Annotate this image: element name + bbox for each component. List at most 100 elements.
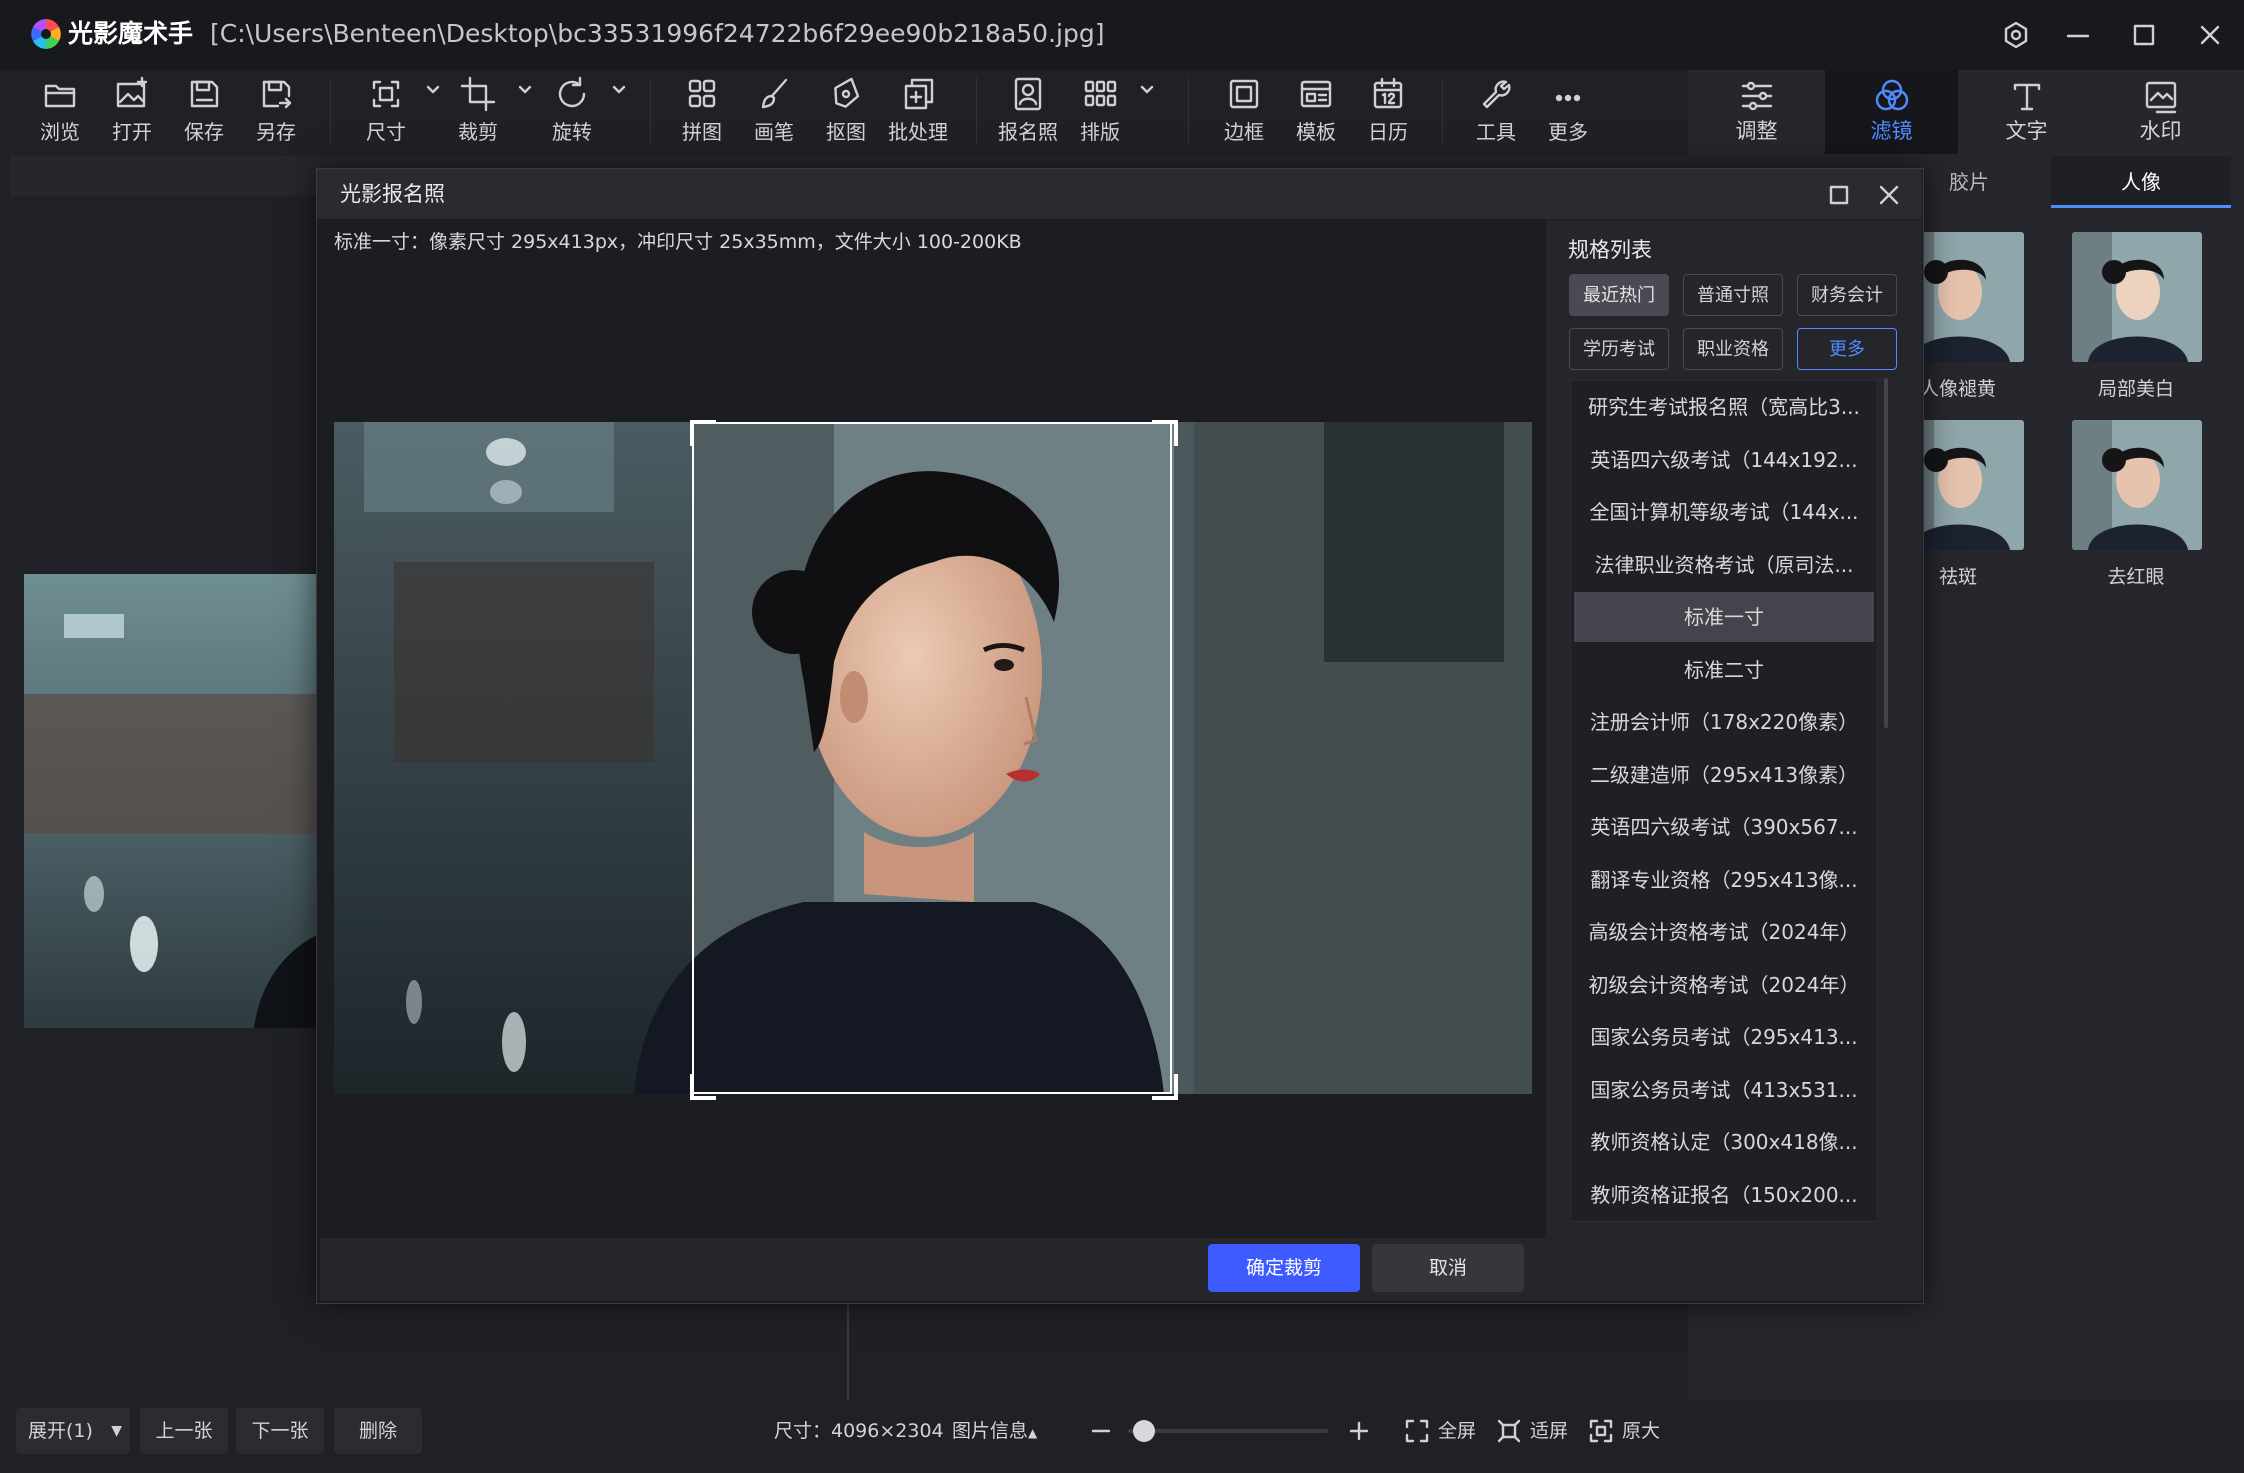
more-label: 更多 <box>1548 120 1588 144</box>
spec-item[interactable]: 翻译专业资格（295x413像... <box>1574 855 1874 905</box>
zoom-slider-thumb[interactable] <box>1133 1420 1155 1442</box>
cancel-button[interactable]: 取消 <box>1372 1244 1524 1292</box>
tab-text-label: 文字 <box>2005 119 2048 143</box>
spec-item[interactable]: 研究生考试报名照（宽高比3... <box>1574 382 1874 432</box>
batch-button[interactable]: 批处理 <box>882 72 954 152</box>
spec-item[interactable]: 英语四六级考试（144x192... <box>1574 435 1874 485</box>
folder-icon <box>40 74 80 114</box>
save-as-button[interactable]: 另存 <box>240 72 312 152</box>
filter-thumbnail-label: 去红眼 <box>2107 566 2165 588</box>
size-button[interactable]: 尺寸 <box>350 72 422 152</box>
confirm-crop-button[interactable]: 确定裁剪 <box>1208 1244 1360 1292</box>
tools-label: 工具 <box>1476 120 1516 144</box>
settings-hexagon-icon[interactable] <box>1994 14 2038 56</box>
chip-profession[interactable]: 职业资格 <box>1683 328 1783 370</box>
template-icon <box>1296 74 1336 114</box>
tab-text[interactable]: 文字 <box>1960 70 2093 154</box>
filter-subtabs: 胶片 人像 <box>1905 156 2244 208</box>
maximize-icon[interactable] <box>2122 14 2166 56</box>
spec-item[interactable]: 高级会计资格考试（2024年） <box>1574 907 1874 957</box>
spec-item-selected[interactable]: 标准一寸 <box>1574 592 1874 642</box>
close-icon[interactable] <box>2188 14 2232 56</box>
spec-item[interactable]: 初级会计资格考试（2024年） <box>1574 960 1874 1010</box>
zoom-out-icon[interactable] <box>1088 1418 1114 1444</box>
spec-item[interactable]: 教师资格认定（300x418像... <box>1574 1117 1874 1167</box>
spec-list-scrollbar[interactable] <box>1884 378 1888 728</box>
tools-button[interactable]: 工具 <box>1460 72 1532 152</box>
layout-dropdown-chevron-down-icon[interactable] <box>1138 80 1156 98</box>
original-size-icon[interactable] <box>1588 1418 1614 1444</box>
crop-handle-top-left[interactable] <box>690 420 716 446</box>
chip-standard[interactable]: 普通寸照 <box>1683 274 1783 316</box>
spec-item[interactable]: 全国计算机等级考试（144x... <box>1574 487 1874 537</box>
spec-item[interactable]: 标准二寸 <box>1574 645 1874 695</box>
open-button[interactable]: 打开 <box>96 72 168 152</box>
prev-button[interactable]: 上一张 <box>140 1408 228 1454</box>
spec-item[interactable]: 法律职业资格考试（原司法... <box>1574 540 1874 590</box>
spec-item[interactable]: 注册会计师（178x220像素） <box>1574 697 1874 747</box>
spec-item[interactable]: 二级建造师（295x413像素） <box>1574 750 1874 800</box>
resize-icon <box>366 74 406 114</box>
frame-button[interactable]: 边框 <box>1208 72 1280 152</box>
tab-filter[interactable]: 滤镜 <box>1825 70 1958 154</box>
toolbar-divider <box>1442 78 1443 144</box>
expand-dropdown[interactable]: 展开(1) ▼ <box>16 1408 130 1454</box>
fit-screen-icon[interactable] <box>1496 1418 1522 1444</box>
brush-icon <box>754 74 794 114</box>
dialog-close-icon[interactable] <box>1874 180 1904 210</box>
chip-popular[interactable]: 最近热门 <box>1569 274 1669 316</box>
layout-button[interactable]: 排版 <box>1064 72 1136 152</box>
batch-icon <box>898 74 938 114</box>
main-canvas-image[interactable] <box>24 574 320 1028</box>
next-button[interactable]: 下一张 <box>236 1408 324 1454</box>
spec-item[interactable]: 教师资格证报名（150x200... <box>1574 1170 1874 1220</box>
fullscreen-icon[interactable] <box>1404 1418 1430 1444</box>
template-button[interactable]: 模板 <box>1280 72 1352 152</box>
spec-item[interactable]: 国家公务员考试（413x531... <box>1574 1065 1874 1115</box>
cutout-button[interactable]: 抠图 <box>810 72 882 152</box>
zoom-slider-track[interactable] <box>1128 1429 1328 1433</box>
spec-item[interactable]: 国家公务员考试（295x413... <box>1574 1012 1874 1062</box>
caret-up-icon: ▲ <box>1028 1426 1038 1440</box>
crop-handle-top-right[interactable] <box>1152 420 1178 446</box>
frame-icon <box>1224 74 1264 114</box>
crop-handle-bottom-left[interactable] <box>690 1074 716 1100</box>
original-size-label[interactable]: 原大 <box>1622 1408 1660 1454</box>
toolbar-divider <box>1188 78 1189 144</box>
workspace-divider <box>847 1300 849 1400</box>
tab-watermark[interactable]: 水印 <box>2094 70 2227 154</box>
fullscreen-label[interactable]: 全屏 <box>1438 1408 1476 1454</box>
filter-thumbnail[interactable] <box>2072 420 2202 550</box>
filter-thumbnail[interactable] <box>2072 232 2202 362</box>
more-button[interactable]: 更多 <box>1532 72 1604 152</box>
subtab-film[interactable]: 胶片 <box>1905 156 2033 208</box>
crop-selection-frame[interactable] <box>692 422 1172 1094</box>
dialog-maximize-icon[interactable] <box>1824 180 1854 210</box>
spec-item[interactable]: 英语四六级考试（390x567... <box>1574 802 1874 852</box>
brush-button[interactable]: 画笔 <box>738 72 810 152</box>
rotate-dropdown-chevron-down-icon[interactable] <box>610 80 628 98</box>
size-dropdown-chevron-down-icon[interactable] <box>424 80 442 98</box>
save-button[interactable]: 保存 <box>168 72 240 152</box>
id-photo-button[interactable]: 报名照 <box>992 72 1064 152</box>
calendar-button[interactable]: 日历 <box>1352 72 1424 152</box>
collage-button[interactable]: 拼图 <box>666 72 738 152</box>
crop-button[interactable]: 裁剪 <box>442 72 514 152</box>
crop-dropdown-chevron-down-icon[interactable] <box>516 80 534 98</box>
crop-handle-bottom-right[interactable] <box>1152 1074 1178 1100</box>
fit-screen-label[interactable]: 适屏 <box>1530 1408 1568 1454</box>
zoom-in-icon[interactable] <box>1346 1418 1372 1444</box>
chip-more[interactable]: 更多 <box>1797 328 1897 370</box>
chip-education[interactable]: 学历考试 <box>1569 328 1669 370</box>
rotate-button[interactable]: 旋转 <box>536 72 608 152</box>
minimize-icon[interactable] <box>2056 14 2100 56</box>
calendar-label: 日历 <box>1368 120 1408 144</box>
filter-thumbnail-label: 局部美白 <box>2097 378 2174 400</box>
image-info-label: 图片信息 <box>952 1420 1029 1442</box>
delete-button[interactable]: 删除 <box>334 1408 422 1454</box>
subtab-portrait[interactable]: 人像 <box>2051 156 2231 208</box>
chip-finance[interactable]: 财务会计 <box>1797 274 1897 316</box>
browse-button[interactable]: 浏览 <box>24 72 96 152</box>
tab-adjust[interactable]: 调整 <box>1690 70 1823 154</box>
image-info-toggle[interactable]: 图片信息▲ <box>952 1408 1037 1456</box>
